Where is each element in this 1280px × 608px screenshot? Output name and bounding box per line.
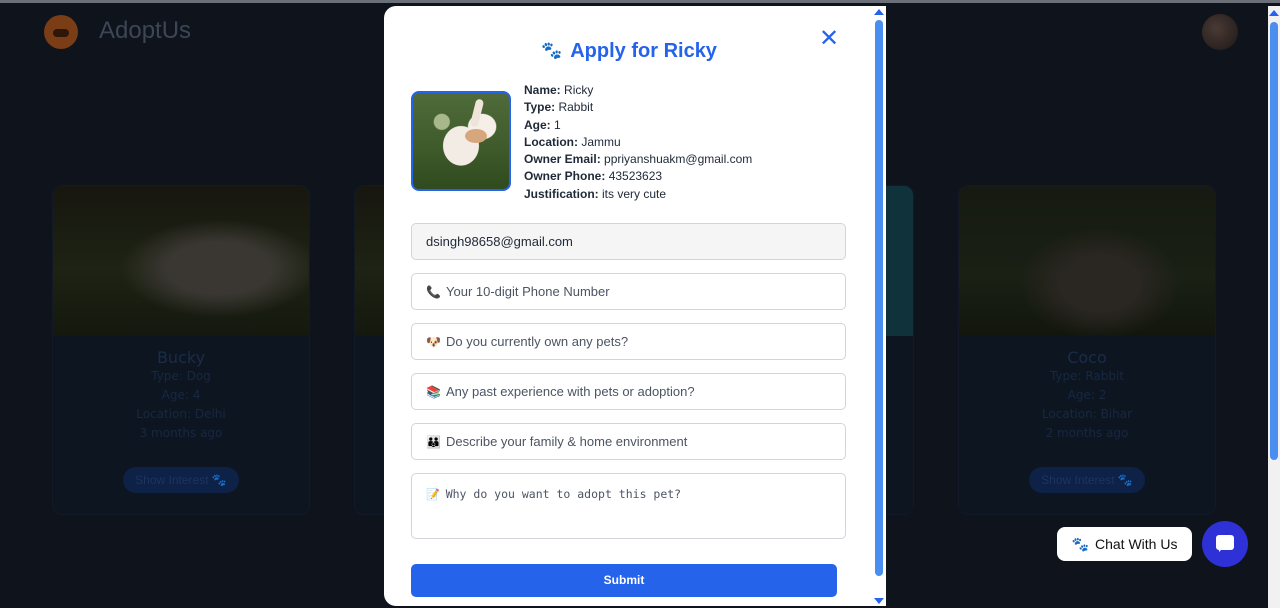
pet-card-image [959, 186, 1215, 336]
pet-card-name: Coco [1067, 348, 1107, 367]
family-placeholder: Describe your family & home environment [446, 434, 688, 449]
owner-email: ppriyanshuakm@gmail.com [604, 152, 753, 167]
chat-bubble-icon [1216, 535, 1234, 552]
pet-card-type: Type: Rabbit [1049, 369, 1125, 383]
family-field[interactable]: 👪 Describe your family & home environmen… [411, 423, 846, 460]
chat-button[interactable] [1202, 521, 1248, 567]
pet-card-type: Type: Dog [151, 369, 211, 383]
page-scroll-up-icon[interactable] [1269, 10, 1279, 16]
avatar[interactable] [1202, 14, 1238, 50]
pet-card-age: Age: 2 [1067, 388, 1107, 402]
dog-icon: 🐶 [426, 334, 441, 349]
logo-icon [44, 15, 78, 49]
pet-name: Ricky [564, 83, 594, 97]
pet-card-posted: 2 months ago [1045, 426, 1129, 440]
pet-card-bucky[interactable]: Bucky Type: Dog Age: 4 Location: Delhi 3… [52, 185, 310, 515]
page-scrollbar-thumb[interactable] [1270, 22, 1278, 460]
experience-placeholder: Any past experience with pets or adoptio… [446, 384, 695, 399]
owner-phone-row: Owner Phone: 43523623 [524, 169, 663, 184]
pet-location-row: Location: Jammu [524, 134, 621, 149]
pet-details: Name: Ricky Type: Rabbit Age: 1 Location… [524, 82, 864, 203]
pet-photo [411, 91, 511, 191]
modal-title-text: Apply for Ricky [570, 40, 717, 62]
show-interest-button[interactable]: Show Interest 🐾 [1029, 467, 1145, 493]
pet-card-location: Location: Bihar [1041, 407, 1133, 421]
reason-placeholder: Why do you want to adopt this pet? [445, 487, 682, 501]
pet-type-row: Type: Rabbit [524, 100, 594, 115]
reason-textarea[interactable]: 📝 Why do you want to adopt this pet? [411, 473, 846, 539]
page-scrollbar[interactable] [1268, 6, 1280, 608]
current-pets-placeholder: Do you currently own any pets? [446, 334, 629, 349]
experience-field[interactable]: 📚 Any past experience with pets or adopt… [411, 373, 846, 410]
pet-age-row: Age: 1 [524, 117, 561, 132]
phone-field[interactable]: 📞 Your 10-digit Phone Number [411, 273, 846, 310]
memo-icon: 📝 [426, 488, 440, 501]
app-title: AdoptUs [99, 17, 192, 44]
chat-label[interactable]: 🐾 Chat With Us [1057, 527, 1192, 561]
email-field-value: dsingh98658@gmail.com [426, 234, 573, 249]
chat-label-text: Chat With Us [1094, 536, 1178, 552]
pet-card-posted: 3 months ago [139, 426, 223, 440]
phone-placeholder: Your 10-digit Phone Number [446, 284, 610, 299]
modal-scrollbar[interactable] [872, 6, 886, 606]
books-icon: 📚 [426, 384, 441, 399]
scroll-up-icon[interactable] [874, 9, 884, 15]
justification: its very cute [602, 186, 667, 201]
pet-age: 1 [554, 117, 561, 132]
pet-location: Jammu [581, 134, 621, 149]
pet-card-image [53, 186, 309, 336]
pet-card-coco[interactable]: Coco Type: Rabbit Age: 2 Location: Bihar… [958, 185, 1216, 515]
owner-email-row: Owner Email: ppriyanshuakm@gmail.com [524, 152, 753, 167]
email-field[interactable]: dsingh98658@gmail.com [411, 223, 846, 260]
pet-card-location: Location: Delhi [136, 407, 226, 421]
current-pets-field[interactable]: 🐶 Do you currently own any pets? [411, 323, 846, 360]
justification-row: Justification: its very cute [524, 186, 667, 201]
phone-icon: 📞 [426, 284, 441, 299]
apply-modal: 🐾 Apply for Ricky ✕ Name: Ricky Type: Rab… [384, 6, 884, 606]
submit-button[interactable]: Submit [411, 564, 837, 597]
pet-card-age: Age: 4 [161, 388, 201, 402]
scroll-down-icon[interactable] [874, 598, 884, 604]
family-icon: 👪 [426, 434, 441, 449]
pet-name-row: Name: Ricky [524, 83, 594, 97]
pet-card-name: Bucky [156, 348, 206, 367]
modal-scrollbar-thumb[interactable] [875, 20, 883, 576]
pet-type: Rabbit [558, 100, 594, 115]
owner-phone: 43523623 [608, 169, 663, 184]
paw-icon: 🐾 [541, 41, 563, 60]
paw-icon: 🐾 [1071, 535, 1089, 552]
close-icon[interactable]: ✕ [818, 27, 840, 51]
show-interest-button[interactable]: Show Interest 🐾 [123, 467, 239, 493]
modal-title: 🐾 Apply for Ricky [384, 40, 874, 63]
